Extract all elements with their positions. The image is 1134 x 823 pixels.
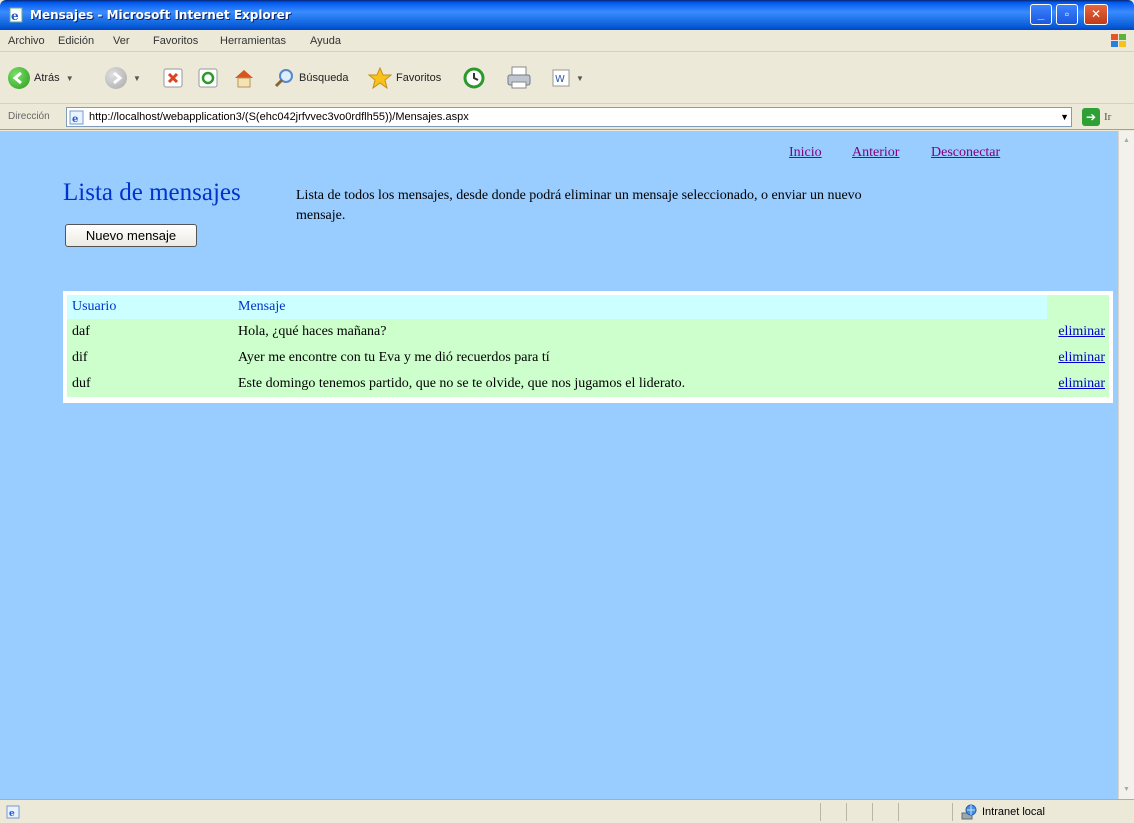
refresh-button[interactable] [198, 64, 218, 92]
cell-usuario: duf [67, 371, 233, 397]
refresh-icon [198, 68, 218, 88]
status-divider [820, 803, 821, 821]
delete-link[interactable]: eliminar [1058, 376, 1105, 391]
page-description: Lista de todos los mensajes, desde donde… [296, 188, 862, 223]
address-bar: Dirección e http://localhost/webapplicat… [0, 104, 1134, 130]
title-bar: e Mensajes - Microsoft Internet Explorer… [0, 0, 1134, 30]
address-input[interactable]: e http://localhost/webapplication3/(S(eh… [66, 107, 1072, 127]
status-bar: e Intranet local [0, 799, 1134, 823]
go-label[interactable]: Ir [1104, 111, 1111, 123]
table-header-row: Usuario Mensaje [67, 295, 1109, 319]
stop-button[interactable] [163, 64, 183, 92]
address-label: Dirección [8, 111, 50, 122]
search-button[interactable]: Búsqueda [273, 64, 349, 92]
minimize-button[interactable]: _ [1030, 4, 1052, 25]
forward-button[interactable]: ▼ [105, 64, 141, 92]
header-usuario: Usuario [67, 295, 233, 319]
home-button[interactable] [233, 64, 255, 92]
edit-button[interactable]: W ▼ [552, 64, 584, 92]
table-row: duf Este domingo tenemos partido, que no… [67, 371, 1109, 397]
header-actions [1047, 295, 1109, 319]
chevron-down-icon[interactable]: ▼ [576, 74, 584, 83]
close-button[interactable]: ✕ [1084, 4, 1108, 25]
address-url: http://localhost/webapplication3/(S(ehc0… [89, 111, 469, 123]
star-icon [368, 67, 392, 89]
menu-ver[interactable]: Ver [113, 35, 130, 47]
cell-mensaje: Ayer me encontre con tu Eva y me dió rec… [233, 345, 1047, 371]
delete-link[interactable]: eliminar [1058, 324, 1105, 339]
home-icon [235, 70, 253, 88]
page-title: Lista de mensajes [63, 179, 241, 206]
nav-desconectar-link[interactable]: Desconectar [931, 145, 1000, 161]
word-doc-icon: W [552, 69, 570, 87]
search-icon [274, 69, 293, 88]
search-label: Búsqueda [299, 72, 349, 84]
windows-logo-icon [1111, 34, 1126, 47]
history-button[interactable] [462, 64, 486, 92]
delete-link[interactable]: eliminar [1058, 350, 1105, 365]
print-button[interactable] [506, 64, 532, 92]
cell-usuario: dif [67, 345, 233, 371]
menu-archivo[interactable]: Archivo [8, 35, 45, 47]
scroll-down-icon[interactable]: ▼ [1123, 786, 1130, 793]
menu-ayuda[interactable]: Ayuda [310, 35, 341, 47]
svg-text:W: W [555, 74, 565, 85]
page-content: Inicio Anterior Desconectar Lista de men… [0, 131, 1118, 799]
menu-herramientas[interactable]: Herramientas [220, 35, 286, 47]
cell-mensaje: Este domingo tenemos partido, que no se … [233, 371, 1047, 397]
scroll-up-icon[interactable]: ▲ [1123, 137, 1130, 144]
svg-text:e: e [11, 9, 19, 23]
stop-icon [163, 68, 183, 88]
table-row: dif Ayer me encontre con tu Eva y me dió… [67, 345, 1109, 371]
header-mensaje: Mensaje [233, 295, 1047, 319]
page-status-icon: e [6, 805, 20, 819]
back-label: Atrás [34, 72, 60, 84]
cell-usuario: daf [67, 319, 233, 345]
table-row: daf Hola, ¿qué haces mañana? eliminar [67, 319, 1109, 345]
nav-inicio-link[interactable]: Inicio [789, 145, 822, 161]
back-button[interactable]: Atrás ▼ [8, 64, 74, 92]
menu-bar: Archivo Edición Ver Favoritos Herramient… [0, 30, 1134, 52]
nav-anterior-link[interactable]: Anterior [852, 145, 899, 161]
chevron-down-icon[interactable]: ▼ [66, 74, 74, 83]
security-zone-label: Intranet local [982, 806, 1045, 818]
chevron-down-icon[interactable]: ▼ [133, 74, 141, 83]
forward-arrow-icon [105, 67, 127, 89]
status-divider [846, 803, 847, 821]
favorites-label: Favoritos [396, 72, 442, 84]
window-title: Mensajes - Microsoft Internet Explorer [30, 8, 291, 22]
status-divider [872, 803, 873, 821]
go-arrow-icon[interactable]: ➔ [1082, 108, 1100, 126]
maximize-button[interactable]: ▫ [1056, 4, 1078, 25]
status-divider [952, 803, 953, 821]
toolbar: Atrás ▼ ▼ Búsqueda Favoritos W ▼ [0, 52, 1134, 104]
address-dropdown-icon[interactable]: ▼ [1060, 112, 1069, 122]
page-icon: e [69, 110, 84, 125]
svg-text:e: e [9, 809, 15, 819]
printer-icon [507, 66, 531, 89]
back-arrow-icon [8, 67, 30, 89]
ie-page-icon: e [9, 7, 23, 23]
new-message-button[interactable]: Nuevo mensaje [65, 224, 197, 247]
favorites-button[interactable]: Favoritos [368, 64, 441, 92]
menu-edicion[interactable]: Edición [58, 35, 94, 47]
history-icon [463, 67, 485, 89]
status-divider [898, 803, 899, 821]
menu-favoritos[interactable]: Favoritos [153, 35, 198, 47]
svg-text:e: e [72, 114, 78, 125]
messages-table: Usuario Mensaje daf Hola, ¿qué haces mañ… [63, 291, 1113, 403]
intranet-globe-icon [961, 804, 977, 820]
cell-mensaje: Hola, ¿qué haces mañana? [233, 319, 1047, 345]
vertical-scrollbar[interactable]: ▲ ▼ [1118, 131, 1134, 799]
